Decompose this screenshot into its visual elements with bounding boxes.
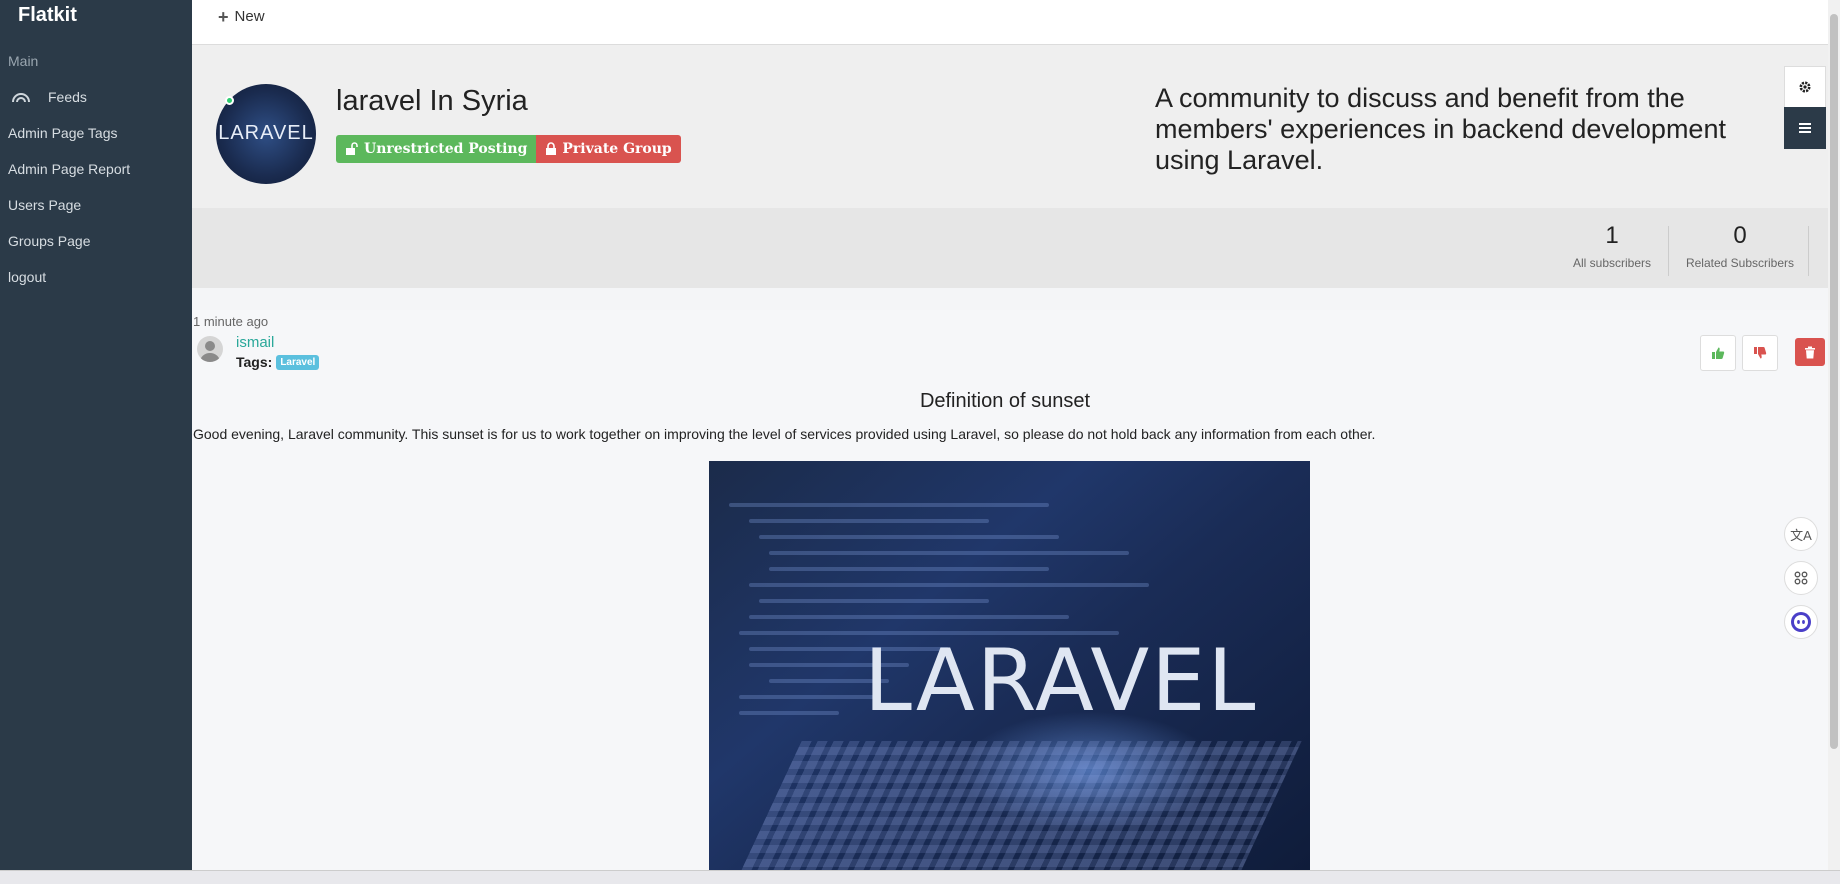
stat-related-subscribers: 0 Related Subscribers (1680, 222, 1800, 270)
post-card: 1 minute ago ismail Tags: Laravel Defini… (192, 310, 1828, 870)
brand-logo[interactable]: Flatkit (18, 4, 77, 27)
sidebar-section-main: Main (8, 53, 39, 69)
badge-private-group-label: Private Group (562, 141, 672, 157)
gear-icon (1799, 81, 1811, 93)
group-badges: Unrestricted Posting Private Group (336, 135, 681, 163)
subscriber-stats: 1 All subscribers 0 Related Subscribers (192, 208, 1828, 288)
translate-button[interactable]: 文A (1784, 517, 1818, 551)
new-button[interactable]: + New (218, 6, 265, 27)
thumbs-up-icon (1712, 347, 1725, 359)
user-icon (200, 341, 220, 362)
stat-all-subscribers: 1 All subscribers (1567, 222, 1657, 270)
group-title: laravel In Syria (336, 85, 528, 117)
stat-related-subscribers-label: Related Subscribers (1685, 256, 1795, 270)
scrollbar-thumb[interactable] (1830, 14, 1838, 749)
delete-post-button[interactable] (1795, 338, 1825, 366)
assistant-button[interactable] (1784, 605, 1818, 639)
sidebar: Flatkit Main Feeds Admin Page Tags Admin… (0, 0, 192, 870)
topbar: + New (192, 0, 1828, 45)
dislike-button[interactable] (1742, 335, 1778, 371)
stat-divider (1808, 226, 1809, 276)
apps-icon (1794, 571, 1808, 585)
group-header: LARAVEL laravel In Syria Unrestricted Po… (192, 45, 1828, 208)
online-status-dot (225, 96, 234, 105)
plus-icon: + (218, 6, 229, 27)
menu-button[interactable] (1784, 107, 1826, 149)
badge-unrestricted-posting-label: Unrestricted Posting (364, 141, 528, 157)
page-scrollbar[interactable] (1828, 0, 1840, 870)
stat-divider (1668, 226, 1669, 276)
post-body: Good evening, Laravel community. This su… (193, 426, 1376, 442)
unlock-icon (346, 142, 358, 155)
post-title: Definition of sunset (919, 390, 1091, 412)
lock-icon (546, 142, 557, 155)
post-image-text: LARAVEL (864, 631, 1258, 731)
new-button-label: New (234, 8, 265, 25)
settings-button[interactable] (1784, 66, 1826, 108)
bottom-strip (0, 870, 1840, 884)
stat-related-subscribers-value: 0 (1733, 222, 1747, 249)
post-timestamp: 1 minute ago (193, 314, 269, 329)
group-description: A community to discuss and benefit from … (1155, 83, 1726, 175)
hamburger-icon (1799, 123, 1811, 133)
sidebar-item-users-page[interactable]: Users Page (8, 197, 81, 213)
badge-unrestricted-posting: Unrestricted Posting (336, 135, 537, 163)
sidebar-item-admin-page-tags[interactable]: Admin Page Tags (8, 125, 117, 141)
like-button[interactable] (1700, 335, 1736, 371)
thumbs-down-icon (1754, 347, 1767, 359)
sidebar-item-logout[interactable]: logout (8, 269, 46, 285)
author-name-link[interactable]: ismail (236, 334, 274, 351)
badge-private-group: Private Group (536, 135, 681, 163)
tag-badge[interactable]: Laravel (276, 354, 320, 370)
author-avatar[interactable] (197, 336, 223, 362)
assistant-icon (1791, 612, 1811, 632)
sidebar-item-admin-page-report[interactable]: Admin Page Report (8, 161, 130, 177)
stat-all-subscribers-label: All subscribers (1572, 256, 1652, 270)
sidebar-item-groups-page[interactable]: Groups Page (8, 233, 91, 249)
sidebar-item-feeds[interactable]: Feeds (48, 89, 87, 105)
post-tags: Tags: Laravel (236, 354, 320, 370)
feeds-icon (12, 93, 30, 103)
tags-label: Tags: (236, 354, 273, 370)
apps-button[interactable] (1784, 561, 1818, 595)
trash-icon (1805, 346, 1815, 358)
post-image: LARAVEL (709, 461, 1310, 870)
translate-icon: 文A (1790, 527, 1812, 543)
stat-all-subscribers-value: 1 (1605, 222, 1619, 249)
group-avatar-text: LARAVEL (218, 122, 314, 144)
